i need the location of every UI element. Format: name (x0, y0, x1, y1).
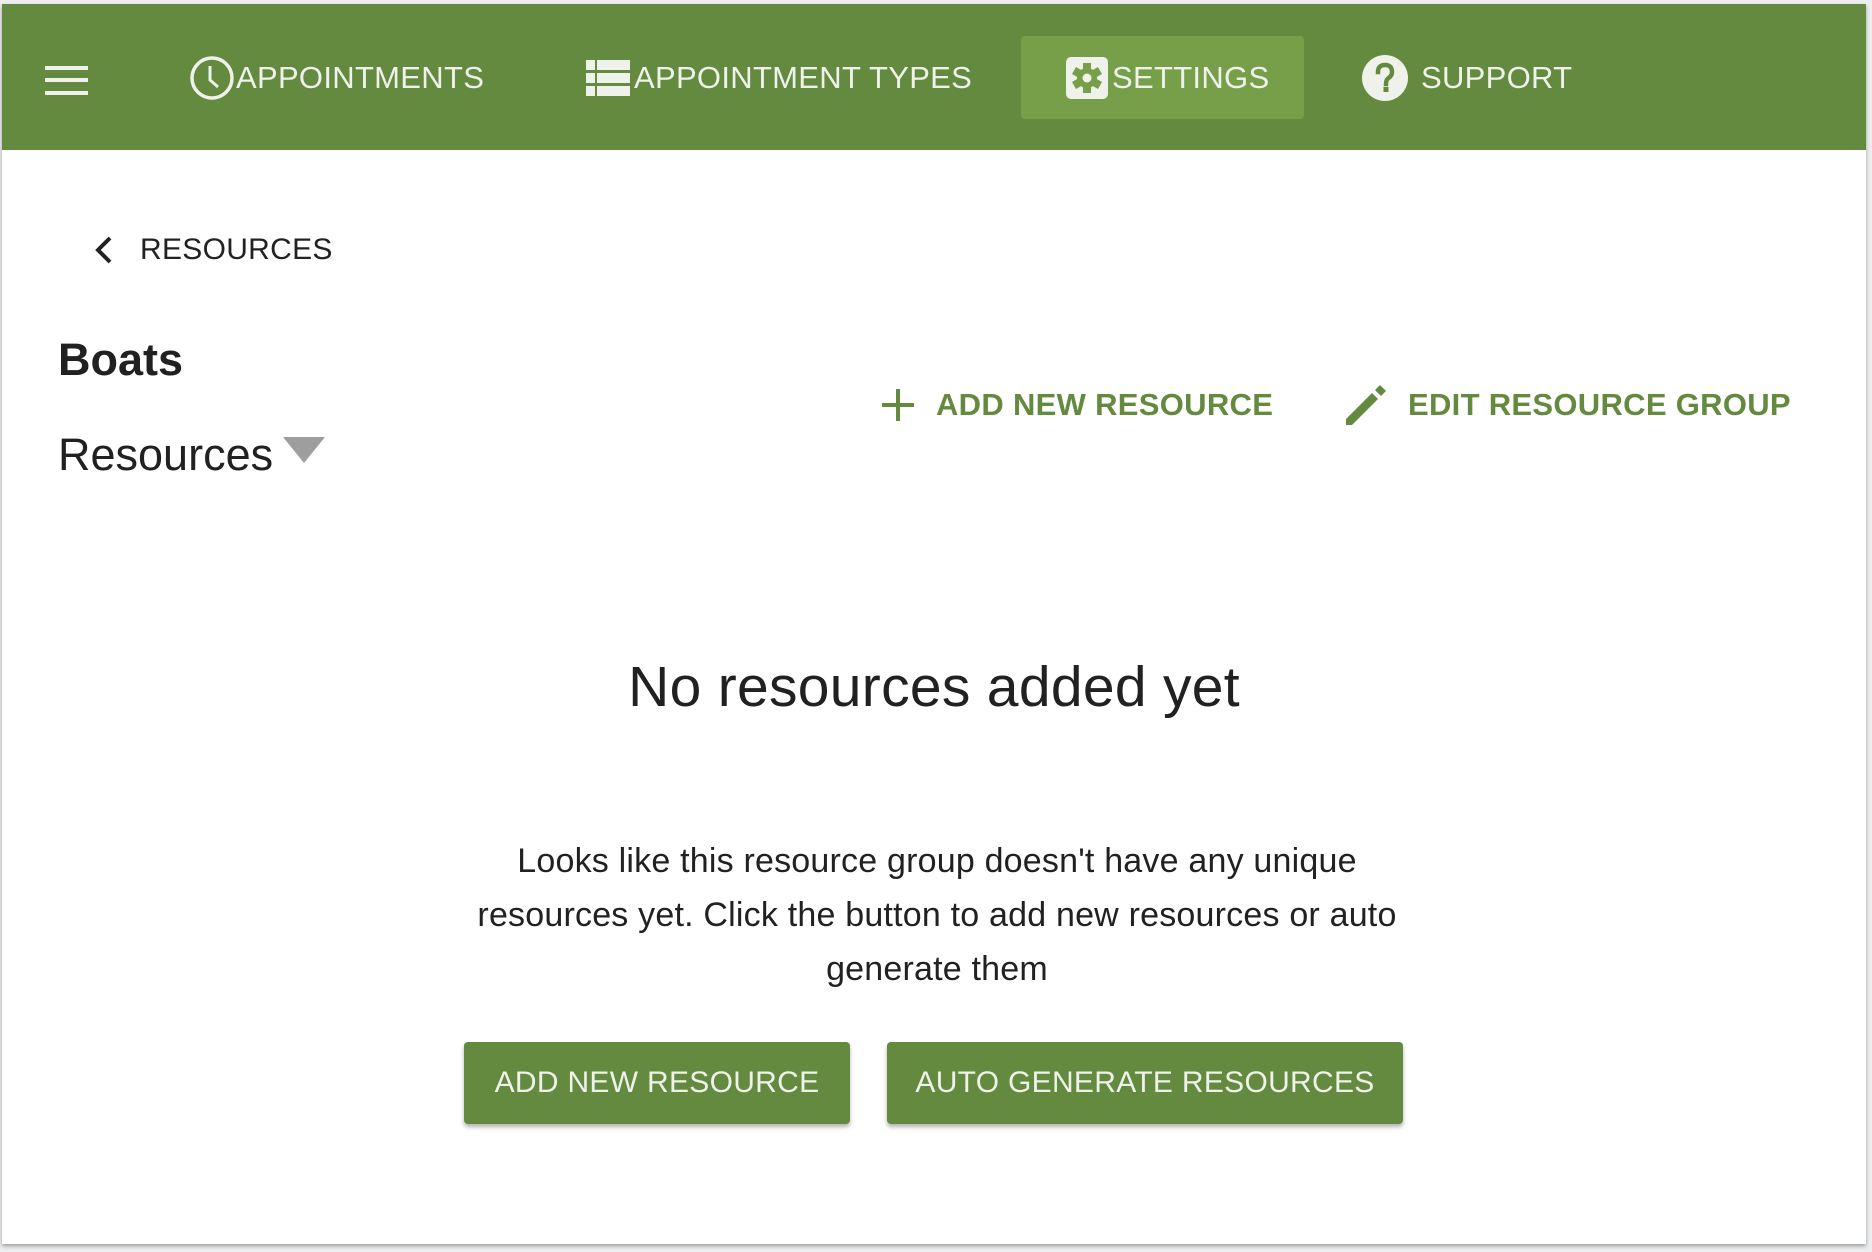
page-title: Boats (58, 334, 184, 385)
caret-down-icon (283, 437, 326, 463)
breadcrumb-label: RESOURCES (140, 233, 333, 266)
edit-resource-group-link[interactable]: EDIT RESOURCE GROUP (1344, 380, 1791, 430)
plus-icon (882, 389, 914, 421)
empty-state-description: Looks like this resource group doesn't h… (477, 842, 1397, 988)
section-dropdown-label: Resources (58, 429, 274, 480)
list-icon (586, 59, 630, 96)
add-new-resource-link[interactable]: ADD NEW RESOURCE (880, 380, 1273, 430)
nav-support[interactable]: SUPPORT (1361, 36, 1572, 119)
add-new-resource-label: ADD NEW RESOURCE (936, 387, 1274, 422)
nav-appointments[interactable]: APPOINTMENTS (188, 36, 484, 119)
breadcrumb-back-link[interactable]: RESOURCES (90, 226, 333, 274)
main-card: APPOINTMENTS APPOINTMENT TYPES SETTINGS … (2, 4, 1866, 1244)
section-dropdown[interactable]: Resources (58, 429, 326, 481)
nav-settings-label: SETTINGS (1112, 59, 1270, 95)
add-new-resource-button[interactable]: ADD NEW RESOURCE (464, 1042, 850, 1124)
empty-state-title: No resources added yet (628, 655, 1240, 719)
top-nav-bar: APPOINTMENTS APPOINTMENT TYPES SETTINGS … (2, 4, 1866, 150)
chevron-left-icon (95, 236, 112, 264)
clock-icon (188, 54, 236, 102)
nav-settings[interactable]: SETTINGS (1021, 36, 1304, 119)
nav-appointment-types-label: APPOINTMENT TYPES (634, 59, 973, 95)
nav-appointments-label: APPOINTMENTS (236, 59, 485, 95)
gear-icon (1066, 56, 1108, 99)
nav-support-label: SUPPORT (1421, 59, 1573, 95)
nav-appointment-types[interactable]: APPOINTMENT TYPES (586, 36, 972, 119)
help-circle-icon (1361, 54, 1409, 102)
pencil-icon (1346, 385, 1386, 425)
hamburger-icon[interactable] (45, 66, 89, 98)
edit-resource-group-label: EDIT RESOURCE GROUP (1408, 387, 1791, 422)
auto-generate-resources-button[interactable]: AUTO GENERATE RESOURCES (887, 1042, 1403, 1124)
